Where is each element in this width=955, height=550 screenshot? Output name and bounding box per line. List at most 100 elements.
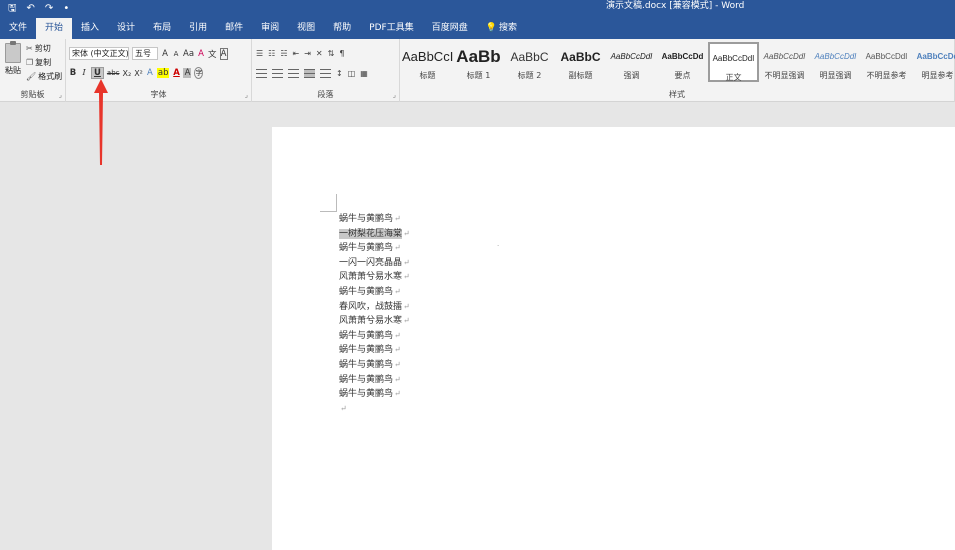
dialog-launcher-icon[interactable]: ⌟: [393, 91, 396, 99]
font-name-select[interactable]: 宋体 (中文正文): [69, 47, 129, 60]
tab-search-label: 搜索: [498, 23, 517, 33]
paragraph-mark: ↵: [394, 330, 401, 340]
paragraph-mark: ↵: [394, 389, 401, 399]
strikethrough-button[interactable]: abc: [107, 69, 120, 77]
title-bar: 🖫 ↶ ↷ • 演示文稿.docx [兼容模式] - Word: [0, 0, 955, 17]
save-icon[interactable]: 🖫: [8, 0, 17, 17]
tab-help[interactable]: 帮助: [324, 17, 360, 39]
clear-format-button[interactable]: A: [197, 49, 205, 59]
dialog-launcher-icon[interactable]: ⌟: [59, 91, 62, 99]
doc-line[interactable]: 蜗牛与黄鹂鸟↵: [339, 387, 410, 402]
superscript-button[interactable]: X²: [134, 69, 143, 78]
tab-insert[interactable]: 插入: [72, 17, 108, 39]
tab-view[interactable]: 视图: [288, 17, 324, 39]
paragraph-mark: ↵: [394, 214, 401, 223]
doc-line[interactable]: 一闪一闪亮晶晶↵: [339, 256, 410, 271]
style-heading-1[interactable]: AaBb 标题 1: [453, 42, 504, 82]
paragraph-mark: ↵: [403, 316, 410, 326]
font-size-select[interactable]: 五号: [132, 47, 158, 60]
line-spacing-icon[interactable]: ↕: [336, 69, 343, 78]
style-sample: AaBbCcDdI: [712, 54, 755, 63]
format-painter-button[interactable]: 🖌 格式刷: [26, 71, 62, 82]
subscript-button[interactable]: X₂: [123, 69, 132, 78]
style-heading-2[interactable]: AaBbC 标题 2: [504, 42, 555, 82]
style-subtle-reference[interactable]: AaBbCcDdI 不明显参考: [861, 42, 912, 82]
tab-baidu-netdisk[interactable]: 百度网盘: [423, 17, 477, 39]
doc-line[interactable]: 蜗牛与黄鹂鸟↵: [339, 241, 410, 256]
char-shading-button[interactable]: A: [183, 68, 192, 78]
style-subtitle[interactable]: AaBbC 副标题: [555, 42, 606, 82]
show-marks-icon[interactable]: ¶: [339, 49, 344, 58]
doc-line[interactable]: 风萧萧兮易水寒↵: [339, 314, 410, 329]
paragraph-row-1: ☰ ☷ ☵ ⇤ ⇥ ✕ ⇅ ¶: [256, 49, 344, 58]
line-text: 蜗牛与黄鹂鸟: [339, 286, 394, 297]
shrink-font-button[interactable]: A: [172, 50, 180, 58]
tab-search[interactable]: 💡 搜索: [477, 17, 526, 39]
document-body[interactable]: 蜗牛与黄鹂鸟↵ 一树梨花压海棠↵ 蜗牛与黄鹂鸟↵ 一闪一闪亮晶晶↵ 风萧萧兮易水…: [339, 212, 410, 416]
cut-button[interactable]: ✂ 剪切: [26, 43, 51, 54]
justify-icon[interactable]: [304, 69, 315, 78]
dialog-launcher-icon[interactable]: ⌟: [245, 91, 248, 99]
sort-icon[interactable]: ⇅: [328, 49, 335, 58]
borders-icon[interactable]: ▦: [360, 69, 368, 78]
bold-button[interactable]: B: [69, 68, 77, 78]
enclose-char-button[interactable]: 字: [194, 67, 204, 79]
style-normal[interactable]: AaBbCcDdI 正文: [708, 42, 759, 82]
underline-button[interactable]: U: [91, 67, 104, 79]
tab-layout[interactable]: 布局: [144, 17, 180, 39]
shading-icon[interactable]: ◫: [348, 69, 356, 78]
copy-button[interactable]: ❐ 复制: [26, 57, 51, 68]
tab-review[interactable]: 审阅: [252, 17, 288, 39]
tab-design[interactable]: 设计: [108, 17, 144, 39]
style-emphasis[interactable]: AaBbCcDdI 强调: [606, 42, 657, 82]
margin-corner-mark: [320, 194, 337, 212]
doc-line[interactable]: 风萧萧兮易水寒↵: [339, 270, 410, 285]
style-intense-emphasis[interactable]: AaBbCcDdI 明显强调: [810, 42, 861, 82]
align-center-icon[interactable]: [272, 69, 283, 78]
font-color-button[interactable]: A: [172, 68, 180, 78]
text-effects-button[interactable]: A: [146, 68, 154, 78]
phonetic-guide-button[interactable]: 文: [208, 48, 217, 60]
doc-line-selected[interactable]: 一树梨花压海棠↵: [339, 227, 410, 242]
customize-icon[interactable]: •: [63, 0, 69, 17]
styles-gallery: AaBbCcI 标题 AaBb 标题 1 AaBbC 标题 2 AaBbC 副标…: [402, 42, 955, 82]
bullets-icon[interactable]: ☰: [256, 49, 263, 58]
doc-line[interactable]: 蜗牛与黄鹂鸟↵: [339, 373, 410, 388]
font-row-2: B I U abc X₂ X² A ab A A 字: [69, 67, 204, 79]
doc-line[interactable]: 蜗牛与黄鹂鸟↵: [339, 212, 410, 227]
char-border-button[interactable]: A: [219, 47, 228, 60]
numbering-icon[interactable]: ☷: [268, 49, 275, 58]
style-strong[interactable]: AaBbCcDd 要点: [657, 42, 708, 82]
italic-button[interactable]: I: [80, 68, 88, 78]
tab-mailings[interactable]: 邮件: [216, 17, 252, 39]
paste-button[interactable]: 粘贴: [2, 41, 24, 85]
tab-references[interactable]: 引用: [180, 17, 216, 39]
change-case-button[interactable]: Aa: [183, 49, 194, 59]
multilevel-list-icon[interactable]: ☵: [280, 49, 287, 58]
line-text: 一树梨花压海棠: [339, 228, 403, 239]
chinese-layout-icon[interactable]: ✕: [316, 49, 323, 58]
style-intense-reference[interactable]: AaBbCcDd 明显参考: [912, 42, 955, 82]
line-text: 蜗牛与黄鹂鸟: [339, 389, 394, 400]
doc-line[interactable]: 蜗牛与黄鹂鸟↵: [339, 329, 410, 344]
undo-icon[interactable]: ↶: [27, 0, 35, 17]
paragraph-group: ☰ ☷ ☵ ⇤ ⇥ ✕ ⇅ ¶ ↕ ◫ ▦ 段落 ⌟: [252, 39, 400, 102]
align-right-icon[interactable]: [288, 69, 299, 78]
style-subtle-emphasis[interactable]: AaBbCcDdI 不明显强调: [759, 42, 810, 82]
decrease-indent-icon[interactable]: ⇤: [293, 49, 300, 58]
tab-pdf-tools[interactable]: PDF工具集: [360, 17, 423, 39]
align-left-icon[interactable]: [256, 69, 267, 78]
style-title[interactable]: AaBbCcI 标题: [402, 42, 453, 82]
doc-line[interactable]: 春风吹，战鼓擂↵: [339, 300, 410, 315]
redo-icon[interactable]: ↷: [45, 0, 53, 17]
doc-line[interactable]: 蜗牛与黄鹂鸟↵: [339, 358, 410, 373]
doc-line[interactable]: 蜗牛与黄鹂鸟↵: [339, 285, 410, 300]
increase-indent-icon[interactable]: ⇥: [304, 49, 311, 58]
doc-line[interactable]: 蜗牛与黄鹂鸟↵: [339, 343, 410, 358]
tab-file[interactable]: 文件: [0, 17, 36, 39]
doc-line-empty[interactable]: ↵: [339, 402, 410, 417]
grow-font-button[interactable]: A: [161, 49, 169, 59]
highlight-button[interactable]: ab: [156, 68, 170, 78]
distributed-icon[interactable]: [320, 69, 331, 78]
tab-home[interactable]: 开始: [36, 18, 73, 39]
